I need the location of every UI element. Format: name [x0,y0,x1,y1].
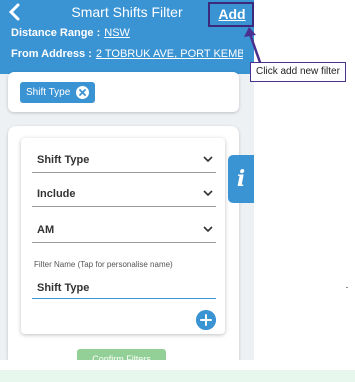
distance-range-row: Distance Range : NSW [11,27,130,39]
filter-field-value: Shift Type [37,154,90,166]
stray-mark [346,287,348,288]
chevron-down-icon [203,190,213,197]
chevron-down-icon [203,156,213,163]
plus-circle-icon[interactable] [196,310,216,330]
active-filters-card: Shift Type [8,72,239,112]
filter-chip[interactable]: Shift Type [20,82,96,103]
filter-value-select[interactable]: AM [32,220,216,243]
filter-chip-label: Shift Type [26,87,71,98]
chevron-down-icon [203,226,213,233]
info-icon[interactable]: i [228,155,254,203]
filter-name-input[interactable] [32,277,216,299]
filter-field-select[interactable]: Shift Type [32,150,216,173]
from-address-row: From Address : 2 TOBRUK AVE, PORT KEMBLA [11,48,243,60]
from-address-label: From Address : [11,48,92,60]
filter-name-label: Filter Name (Tap for personalise name) [34,260,173,269]
close-icon[interactable] [76,86,90,99]
from-address-value[interactable]: 2 TOBRUK AVE, PORT KEMBLA [96,48,243,60]
annotation-tooltip: Click add new filter [250,62,346,82]
filter-value-value: AM [37,224,55,236]
filter-editor: Shift Type Include AM Filter Name (Tap f… [21,138,225,334]
distance-range-value[interactable]: NSW [104,27,130,39]
filter-condition-select[interactable]: Include [32,184,216,207]
app-screen: Smart Shifts Filter Add Distance Range :… [0,0,254,360]
filter-condition-value: Include [37,188,76,200]
distance-range-label: Distance Range : [11,27,101,39]
bottom-strip [0,370,355,382]
confirm-filters-button[interactable]: Confirm Filters [77,349,166,360]
filter-form-card: Shift Type Include AM Filter Name (Tap f… [8,126,239,360]
